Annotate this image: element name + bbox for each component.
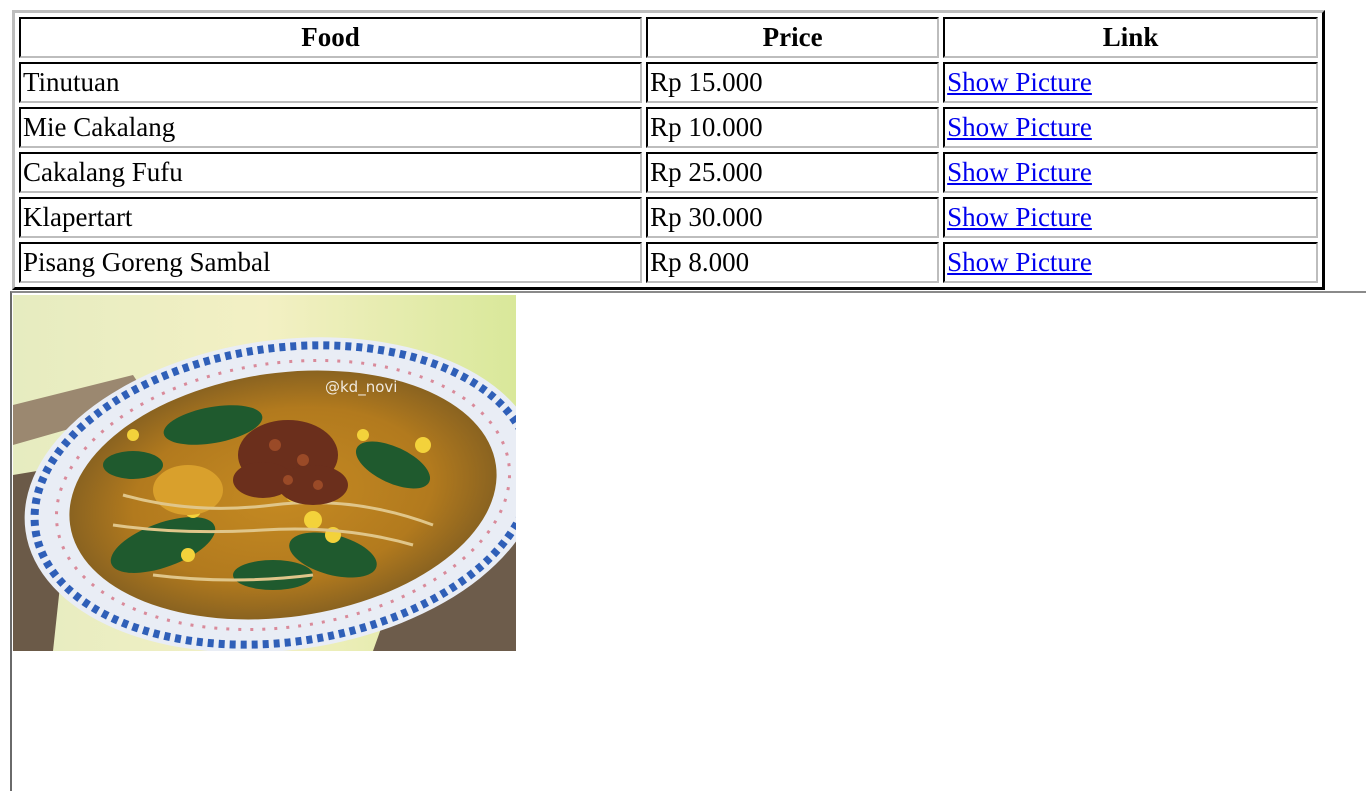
- price-cell: Rp 30.000: [646, 197, 940, 238]
- show-picture-link-pisang-goreng-sambal[interactable]: Show Picture: [947, 247, 1092, 277]
- table-row: Pisang Goreng Sambal Rp 8.000 Show Pictu…: [19, 242, 1318, 283]
- link-cell: Show Picture: [943, 107, 1318, 148]
- food-name-cell: Mie Cakalang: [19, 107, 643, 148]
- header-link: Link: [943, 17, 1318, 58]
- table-header-row: Food Price Link: [19, 17, 1318, 58]
- table-row: Tinutuan Rp 15.000 Show Picture: [19, 62, 1318, 103]
- table-row: Mie Cakalang Rp 10.000 Show Picture: [19, 107, 1318, 148]
- food-name-cell: Klapertart: [19, 197, 643, 238]
- picture-iframe[interactable]: @kd_novi: [10, 291, 1366, 791]
- header-price: Price: [646, 17, 940, 58]
- table-row: Klapertart Rp 30.000 Show Picture: [19, 197, 1318, 238]
- table-row: Cakalang Fufu Rp 25.000 Show Picture: [19, 152, 1318, 193]
- price-cell: Rp 8.000: [646, 242, 940, 283]
- food-photo-icon: [13, 295, 516, 651]
- header-food: Food: [19, 17, 643, 58]
- food-name-cell: Tinutuan: [19, 62, 643, 103]
- food-menu-table: Food Price Link Tinutuan Rp 15.000 Show …: [12, 10, 1325, 290]
- photo-watermark: @kd_novi: [325, 378, 398, 396]
- show-picture-link-klapertart[interactable]: Show Picture: [947, 202, 1092, 232]
- link-cell: Show Picture: [943, 242, 1318, 283]
- show-picture-link-mie-cakalang[interactable]: Show Picture: [947, 112, 1092, 142]
- show-picture-link-tinutuan[interactable]: Show Picture: [947, 67, 1092, 97]
- food-photo-image: @kd_novi: [13, 295, 516, 651]
- price-cell: Rp 15.000: [646, 62, 940, 103]
- link-cell: Show Picture: [943, 62, 1318, 103]
- food-name-cell: Cakalang Fufu: [19, 152, 643, 193]
- link-cell: Show Picture: [943, 152, 1318, 193]
- food-name-cell: Pisang Goreng Sambal: [19, 242, 643, 283]
- price-cell: Rp 10.000: [646, 107, 940, 148]
- price-cell: Rp 25.000: [646, 152, 940, 193]
- link-cell: Show Picture: [943, 197, 1318, 238]
- show-picture-link-cakalang-fufu[interactable]: Show Picture: [947, 157, 1092, 187]
